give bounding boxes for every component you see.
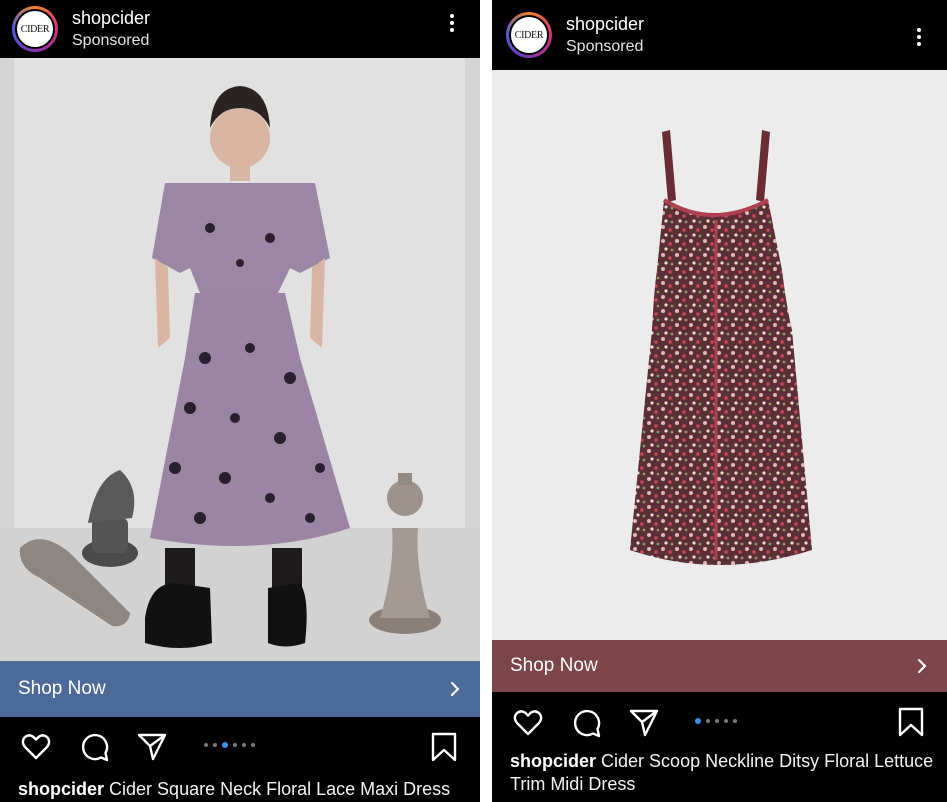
post-actions bbox=[0, 730, 480, 764]
chevron-right-icon bbox=[917, 659, 927, 673]
avatar-logo: CIDER bbox=[15, 9, 55, 49]
carousel-dot bbox=[715, 719, 719, 723]
comment-icon[interactable] bbox=[570, 707, 602, 739]
chevron-right-icon bbox=[450, 682, 460, 696]
shop-now-label: Shop Now bbox=[18, 678, 106, 699]
carousel-dot bbox=[242, 743, 246, 747]
comment-icon[interactable] bbox=[78, 731, 110, 763]
shop-now-button[interactable]: Shop Now bbox=[492, 640, 947, 692]
carousel-dot-active bbox=[222, 742, 228, 748]
share-send-icon[interactable] bbox=[628, 707, 660, 739]
sponsored-label: Sponsored bbox=[72, 32, 150, 49]
carousel-dot-active bbox=[695, 718, 701, 724]
carousel-dot bbox=[213, 743, 217, 747]
share-send-icon[interactable] bbox=[136, 731, 168, 763]
ad-post-left: CIDER shopcider Sponsored Shop Now shopc… bbox=[0, 0, 480, 802]
save-bookmark-icon[interactable] bbox=[430, 732, 458, 762]
like-heart-icon[interactable] bbox=[512, 707, 544, 739]
carousel-dot bbox=[706, 719, 710, 723]
caption-username[interactable]: shopcider bbox=[18, 779, 104, 799]
post-image[interactable] bbox=[0, 58, 480, 661]
carousel-dot bbox=[724, 719, 728, 723]
post-image[interactable] bbox=[492, 70, 947, 640]
carousel-dot bbox=[233, 743, 237, 747]
post-caption: shopcider Cider Scoop Neckline Ditsy Flo… bbox=[492, 750, 947, 796]
username[interactable]: shopcider bbox=[566, 14, 644, 35]
post-header: CIDER shopcider Sponsored bbox=[0, 0, 480, 58]
account-info: shopcider Sponsored bbox=[566, 14, 644, 56]
post-actions bbox=[492, 706, 947, 740]
like-heart-icon[interactable] bbox=[20, 731, 52, 763]
account-info: shopcider Sponsored bbox=[72, 8, 150, 50]
ad-post-right: CIDER shopcider Sponsored Shop Now shopc… bbox=[492, 0, 947, 802]
model-in-lilac-dress-image bbox=[0, 58, 480, 661]
shop-now-button[interactable]: Shop Now bbox=[0, 661, 480, 717]
sponsored-label: Sponsored bbox=[566, 38, 644, 55]
avatar[interactable]: CIDER bbox=[506, 12, 552, 58]
more-options-icon[interactable] bbox=[440, 10, 464, 36]
avatar[interactable]: CIDER bbox=[12, 6, 58, 52]
caption-text: Cider Square Neck Floral Lace Maxi Dress bbox=[104, 779, 451, 799]
carousel-dot bbox=[251, 743, 255, 747]
avatar-logo: CIDER bbox=[509, 15, 549, 55]
carousel-dot bbox=[733, 719, 737, 723]
carousel-indicator bbox=[695, 718, 737, 724]
post-header: CIDER shopcider Sponsored bbox=[492, 0, 947, 70]
more-options-icon[interactable] bbox=[907, 24, 931, 50]
shop-now-label: Shop Now bbox=[510, 655, 598, 676]
carousel-indicator bbox=[204, 742, 255, 748]
post-caption: shopcider Cider Square Neck Floral Lace … bbox=[0, 778, 480, 801]
save-bookmark-icon[interactable] bbox=[897, 707, 925, 737]
ditsy-floral-dress-image bbox=[492, 70, 947, 640]
carousel-dot bbox=[204, 743, 208, 747]
caption-username[interactable]: shopcider bbox=[510, 751, 596, 771]
username[interactable]: shopcider bbox=[72, 8, 150, 29]
